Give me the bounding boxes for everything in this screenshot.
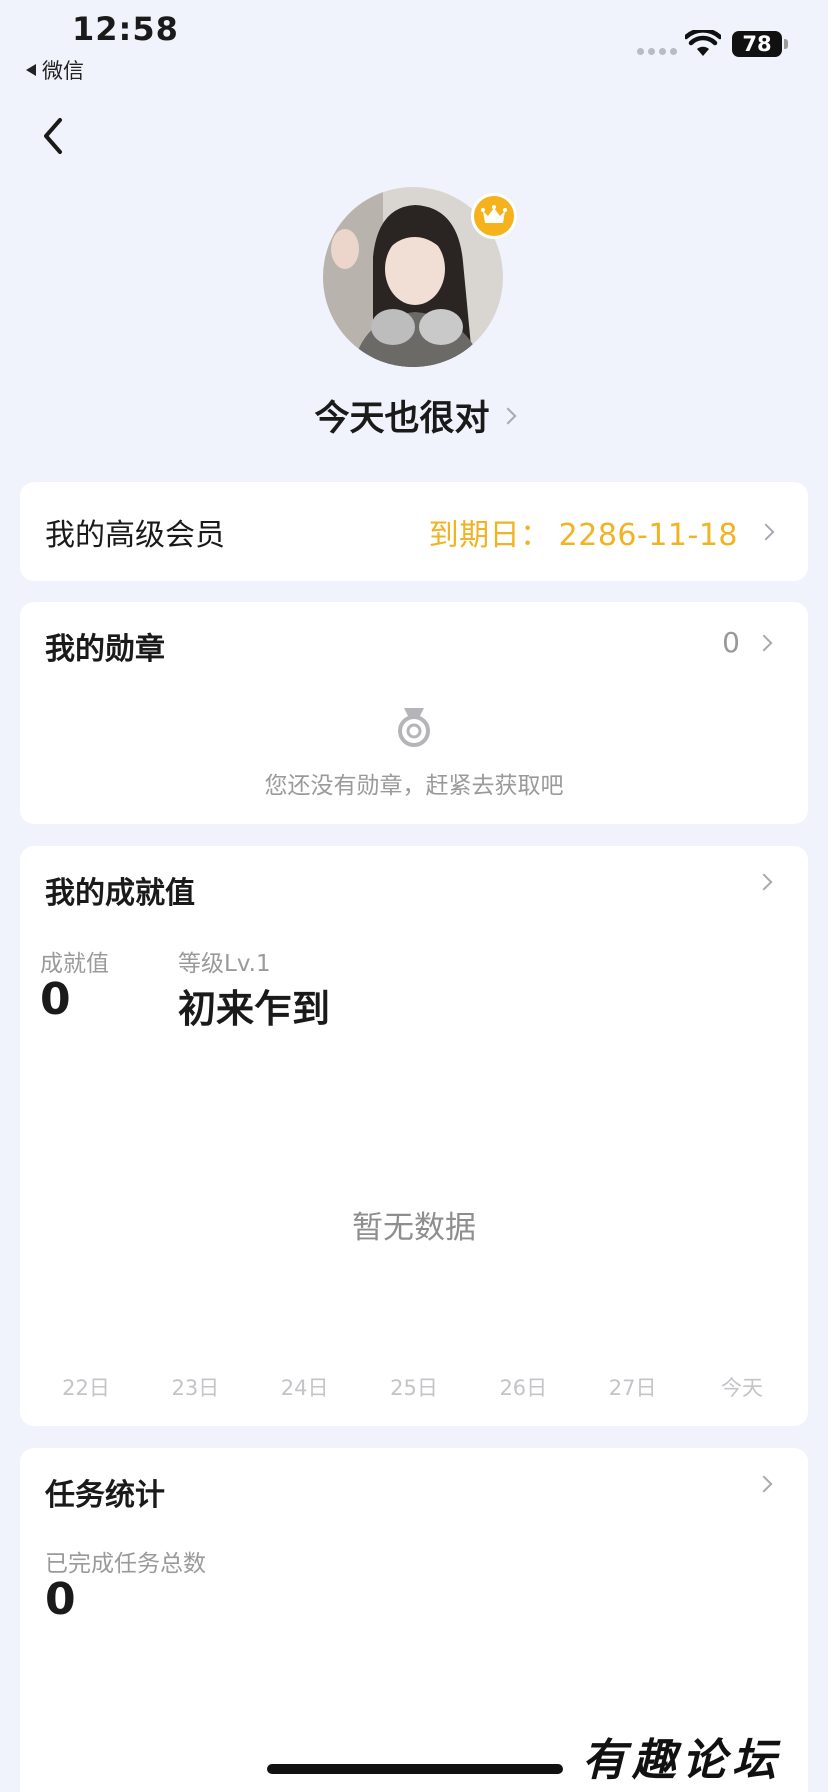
back-triangle-icon bbox=[26, 64, 36, 76]
day-label: 25日 bbox=[390, 1376, 438, 1400]
tasks-completed-label: 已完成任务总数 bbox=[45, 1551, 206, 1577]
chevron-right-icon bbox=[755, 1475, 773, 1493]
day-label: 22日 bbox=[62, 1376, 110, 1400]
forum-watermark: 有趣论坛 bbox=[582, 1735, 782, 1786]
status-bar: 12:58 微信 78 bbox=[0, 0, 828, 90]
wifi-icon bbox=[685, 30, 721, 56]
day-label: 今天 bbox=[720, 1376, 763, 1400]
avatar-container[interactable] bbox=[323, 187, 517, 367]
achievement-more-button[interactable] bbox=[755, 873, 773, 891]
medals-more-button[interactable]: 0 bbox=[722, 626, 773, 659]
achievement-value: 0 bbox=[40, 974, 71, 1025]
day-label: 24日 bbox=[280, 1376, 329, 1400]
back-app-label: 微信 bbox=[42, 59, 84, 83]
tasks-completed-value: 0 bbox=[45, 1574, 76, 1625]
nickname-row[interactable]: 今天也很对 bbox=[0, 390, 828, 441]
chevron-right-icon bbox=[499, 407, 516, 424]
achievement-value-label: 成就值 bbox=[40, 951, 109, 977]
tasks-title: 任务统计 bbox=[45, 1478, 165, 1513]
medals-title: 我的勋章 bbox=[45, 632, 165, 667]
vip-membership-card[interactable]: 我的高级会员 到期日： 2286-11-18 bbox=[20, 482, 808, 581]
chevron-right-icon bbox=[755, 634, 773, 651]
back-arrow-icon[interactable] bbox=[36, 114, 72, 158]
battery-indicator: 78 bbox=[732, 31, 788, 57]
level-name: 初来乍到 bbox=[178, 987, 331, 1031]
vip-label: 我的高级会员 bbox=[45, 517, 225, 553]
medal-count: 0 bbox=[722, 626, 740, 659]
crown-icon bbox=[481, 205, 507, 223]
medal-icon bbox=[398, 708, 430, 747]
nickname: 今天也很对 bbox=[314, 399, 490, 439]
no-data-text: 暂无数据 bbox=[352, 1210, 476, 1246]
back-to-wechat-link[interactable]: 微信 bbox=[26, 55, 84, 85]
day-label: 23日 bbox=[171, 1376, 220, 1400]
level-label: 等级Lv.1 bbox=[178, 951, 271, 977]
vip-expire: 到期日： 2286-11-18 bbox=[429, 510, 738, 554]
chevron-right-icon bbox=[755, 873, 773, 891]
medals-empty-text: 您还没有勋章，赶紧去获取吧 bbox=[264, 773, 564, 799]
status-time: 12:58 bbox=[72, 10, 179, 48]
day-label: 27日 bbox=[608, 1376, 657, 1400]
day-axis: 22日 23日 24日 25日 26日 27日 今天 bbox=[46, 1372, 782, 1402]
medals-card: 我的勋章 0 您还没有勋章，赶紧去获取吧 bbox=[20, 602, 808, 824]
vip-expire-date: 2286-11-18 bbox=[558, 517, 738, 553]
achievement-title: 我的成就值 bbox=[45, 876, 195, 911]
vip-expire-label: 到期日： bbox=[428, 517, 551, 553]
vip-crown-badge bbox=[471, 193, 517, 239]
achievement-card: 我的成就值 成就值 0 等级Lv.1 初来乍到 暂无数据 22日 23日 24日… bbox=[20, 846, 808, 1426]
chevron-right-icon bbox=[757, 523, 775, 540]
cellular-signal-icon bbox=[637, 48, 677, 55]
day-label: 26日 bbox=[499, 1376, 548, 1400]
tasks-more-button[interactable] bbox=[755, 1475, 773, 1493]
home-indicator bbox=[267, 1764, 563, 1774]
